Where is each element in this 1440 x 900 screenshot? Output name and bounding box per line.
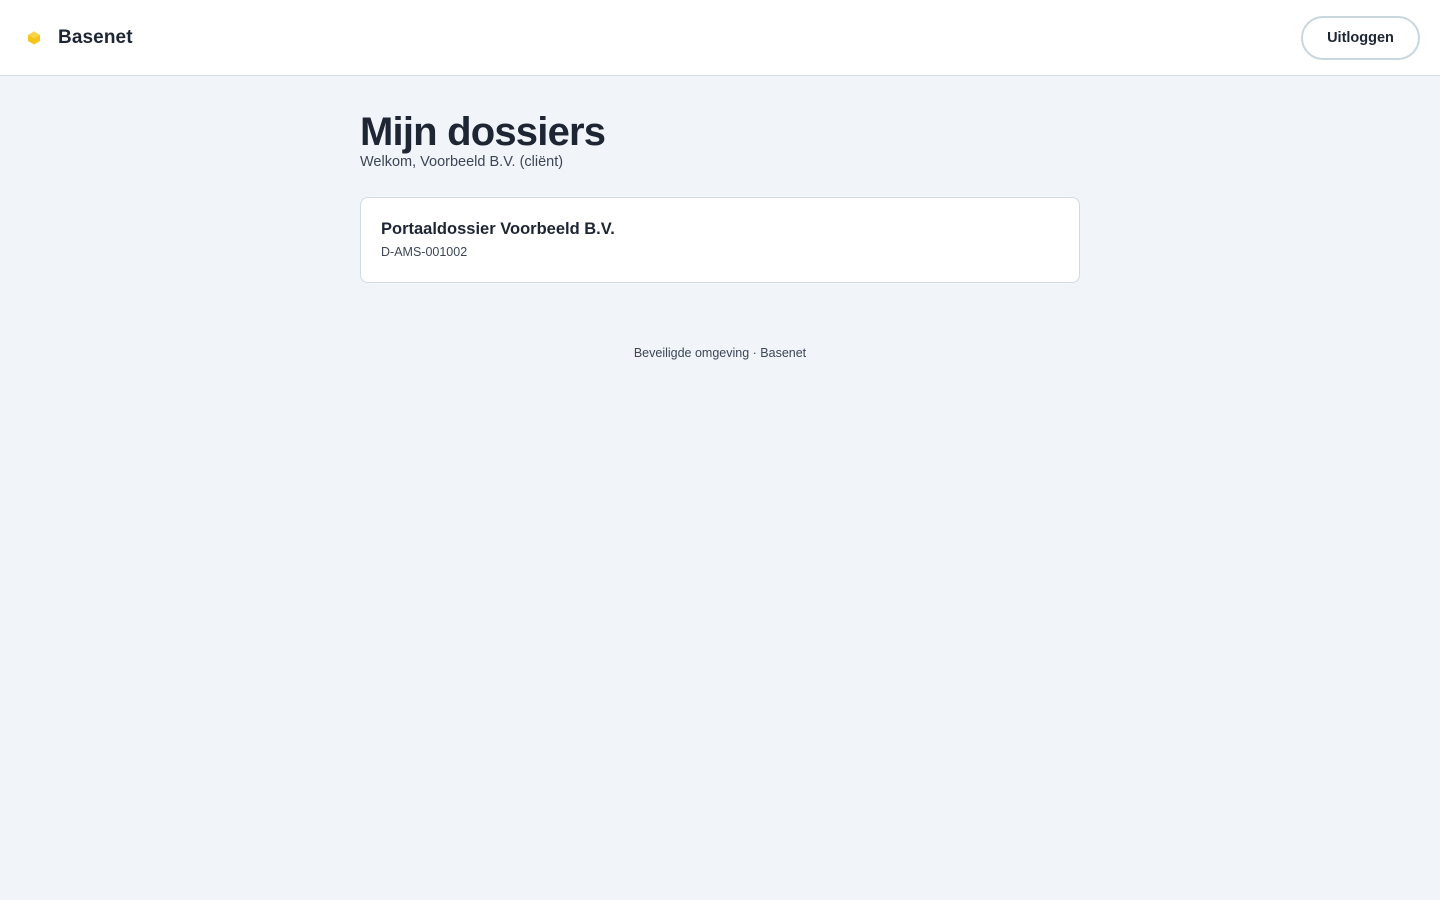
logout-button[interactable]: Uitloggen xyxy=(1301,16,1420,60)
dossier-code: D-AMS-001002 xyxy=(381,245,468,259)
dossier-title: Portaaldossier Voorbeeld B.V. xyxy=(381,220,615,238)
dossier-card[interactable]: Portaaldossier Voorbeeld B.V. D-AMS-0010… xyxy=(360,197,1080,283)
brand[interactable]: Basenet xyxy=(24,24,133,52)
basenet-logo-icon xyxy=(24,28,44,48)
top-bar: Basenet Uitloggen xyxy=(0,0,1440,76)
brand-name: Basenet xyxy=(58,27,133,48)
welcome-text: Welkom, Voorbeeld B.V. (cliënt) xyxy=(360,154,564,170)
page-title: Mijn dossiers xyxy=(360,110,606,154)
footer-text: Beveiligde omgeving · Basenet xyxy=(633,346,807,360)
